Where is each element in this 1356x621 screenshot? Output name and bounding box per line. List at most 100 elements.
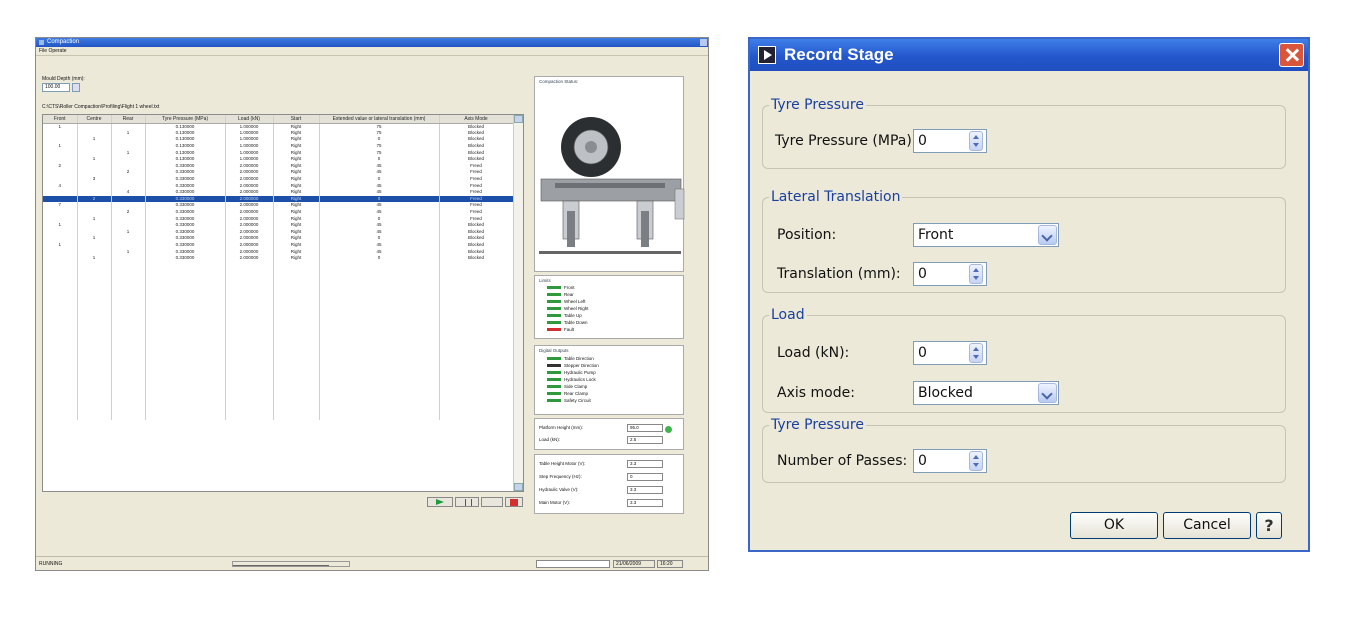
table-cell[interactable] (439, 274, 514, 282)
table-cell[interactable] (77, 399, 112, 407)
table-cell[interactable]: 1.000000 (225, 149, 274, 156)
table-cell[interactable]: Freed (439, 169, 514, 176)
table-cell[interactable]: 7 (43, 202, 78, 209)
pause-button[interactable] (455, 497, 479, 507)
table-row[interactable]: 1 0.130000 1.000000 Right 75 Blocked (43, 142, 514, 150)
table-cell[interactable]: 2.000000 (225, 188, 274, 196)
table-cell[interactable] (319, 347, 440, 354)
table-cell[interactable]: Right (273, 182, 320, 189)
table-cell[interactable]: 1 (111, 248, 146, 255)
table-cell[interactable] (225, 268, 274, 275)
table-cell[interactable]: 0.130000 (145, 142, 226, 150)
table-cell[interactable]: 1.000000 (225, 155, 274, 163)
table-cell[interactable] (145, 287, 226, 295)
table-cell[interactable]: 0.330000 (145, 169, 226, 176)
table-cell[interactable] (145, 261, 226, 269)
help-button[interactable]: ? (1256, 512, 1282, 539)
mould-depth-stepper[interactable] (72, 83, 80, 92)
table-cell[interactable] (77, 334, 112, 341)
table-row[interactable] (43, 393, 514, 400)
table-row[interactable]: 1 0.330000 2.000000 Right 45 Blocked (43, 241, 514, 249)
table-cell[interactable] (439, 334, 514, 341)
table-cell[interactable]: 0.130000 (145, 155, 226, 163)
table-cell[interactable] (225, 406, 274, 414)
table-cell[interactable] (319, 380, 440, 387)
table-cell[interactable]: 0.330000 (145, 202, 226, 209)
table-cell[interactable]: 0.130000 (145, 123, 226, 130)
table-row[interactable]: 1 0.130000 1.000000 Right 75 Blocked (43, 123, 514, 130)
table-row[interactable] (43, 353, 514, 361)
table-cell[interactable] (273, 347, 320, 354)
table-cell[interactable] (225, 314, 274, 321)
column-header[interactable]: Extended value or lateral translation (m… (319, 115, 440, 124)
table-cell[interactable] (77, 307, 112, 315)
table-cell[interactable] (145, 373, 226, 381)
table-cell[interactable] (439, 268, 514, 275)
table-cell[interactable]: 0.330000 (145, 241, 226, 249)
table-cell[interactable]: Blocked (439, 241, 514, 249)
table-cell[interactable]: 2.000000 (225, 215, 274, 222)
table-cell[interactable]: 2.000000 (225, 241, 274, 249)
table-cell[interactable] (77, 366, 112, 374)
scroll-down-icon[interactable] (514, 483, 523, 491)
table-cell[interactable] (145, 281, 226, 288)
drive-value[interactable]: 3.3 (627, 459, 663, 468)
table-cell[interactable] (43, 129, 78, 137)
table-cell[interactable] (77, 129, 112, 137)
table-cell[interactable]: 0.330000 (145, 182, 226, 189)
column-header[interactable]: Axis Mode (439, 115, 514, 124)
table-cell[interactable] (111, 281, 146, 288)
table-cell[interactable] (319, 393, 440, 400)
table-cell[interactable] (273, 301, 320, 308)
table-cell[interactable] (77, 182, 112, 189)
table-cell[interactable] (225, 307, 274, 315)
table-cell[interactable]: Freed (439, 195, 514, 203)
table-cell[interactable] (145, 393, 226, 400)
table-cell[interactable]: 2.000000 (225, 208, 274, 216)
table-cell[interactable] (319, 366, 440, 374)
table-cell[interactable] (43, 380, 78, 387)
table-cell[interactable] (43, 399, 78, 407)
table-cell[interactable] (145, 360, 226, 367)
table-cell[interactable]: 75 (319, 142, 440, 150)
table-cell[interactable]: Blocked (439, 142, 514, 150)
column-header[interactable]: Centre (77, 115, 112, 124)
table-cell[interactable] (77, 221, 112, 229)
table-cell[interactable] (273, 393, 320, 400)
table-cell[interactable] (77, 393, 112, 400)
table-cell[interactable] (439, 386, 514, 394)
table-cell[interactable] (145, 413, 226, 420)
table-cell[interactable] (43, 228, 78, 236)
table-cell[interactable] (145, 347, 226, 354)
table-cell[interactable] (111, 320, 146, 328)
table-cell[interactable]: 75 (319, 129, 440, 137)
table-cell[interactable] (77, 320, 112, 328)
table-cell[interactable] (43, 353, 78, 361)
table-cell[interactable] (319, 360, 440, 367)
table-cell[interactable]: 1 (111, 228, 146, 236)
table-cell[interactable] (225, 380, 274, 387)
table-cell[interactable]: 2 (111, 208, 146, 216)
table-cell[interactable] (77, 274, 112, 282)
table-cell[interactable]: 1 (111, 149, 146, 156)
table-cell[interactable] (225, 320, 274, 328)
table-cell[interactable]: Blocked (439, 136, 514, 143)
table-cell[interactable] (145, 327, 226, 334)
table-cell[interactable]: 0.330000 (145, 208, 226, 216)
table-cell[interactable]: 0.330000 (145, 254, 226, 262)
table-cell[interactable] (273, 287, 320, 295)
table-cell[interactable] (111, 373, 146, 381)
table-row[interactable]: 1 0.330000 2.000000 Right 0 Freed (43, 215, 514, 222)
table-cell[interactable]: Blocked (439, 228, 514, 236)
table-row[interactable]: 4 0.330000 2.000000 Right 45 Freed (43, 188, 514, 196)
table-cell[interactable] (225, 287, 274, 295)
cancel-button[interactable]: Cancel (1163, 512, 1251, 539)
table-cell[interactable] (43, 314, 78, 321)
table-cell[interactable] (439, 320, 514, 328)
table-cell[interactable]: 0 (319, 254, 440, 262)
table-row[interactable] (43, 373, 514, 381)
table-cell[interactable] (319, 373, 440, 381)
table-cell[interactable] (439, 327, 514, 334)
table-cell[interactable] (145, 268, 226, 275)
table-row[interactable] (43, 307, 514, 315)
